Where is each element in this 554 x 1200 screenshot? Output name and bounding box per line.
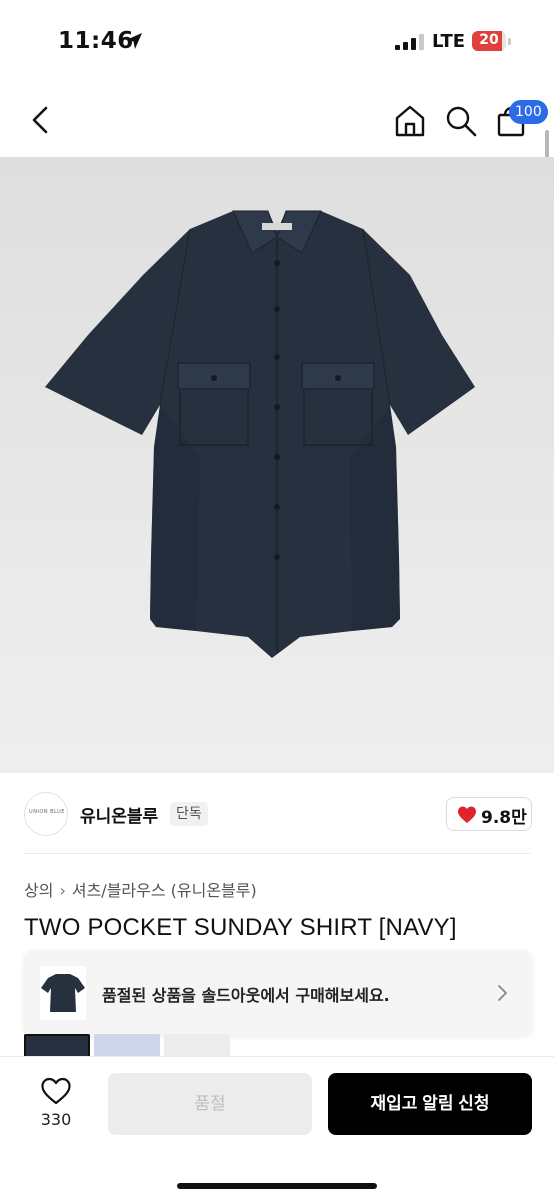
battery-level: 20 xyxy=(479,32,499,48)
brand-logo[interactable]: UNION BLUE xyxy=(24,792,68,836)
battery-icon: 20 xyxy=(472,31,506,51)
chevron-right-icon xyxy=(498,985,507,1001)
heart-filled-icon xyxy=(458,806,476,823)
wish-count: 330 xyxy=(40,1110,72,1129)
heart-outline-icon[interactable] xyxy=(40,1076,72,1106)
chevron-right-icon: › xyxy=(59,881,66,900)
color-swatch-navy[interactable] xyxy=(24,1034,90,1056)
cellular-signal-icon xyxy=(395,34,424,50)
soldout-button: 품절 xyxy=(108,1073,312,1135)
home-indicator[interactable] xyxy=(177,1183,377,1189)
shirt-illustration xyxy=(0,157,554,773)
brand-logo-text: UNION BLUE xyxy=(29,809,65,815)
product-title: TWO POCKET SUNDAY SHIRT [NAVY] xyxy=(24,914,457,941)
status-bar: 11:46 LTE 20 xyxy=(0,0,554,84)
shirt-thumb-icon xyxy=(41,974,85,1012)
color-swatch-white[interactable] xyxy=(164,1034,230,1056)
restock-alert-button[interactable]: 재입고 알림 신청 xyxy=(328,1073,532,1135)
cart-count-badge: 100 xyxy=(509,100,548,124)
status-time: 11:46 xyxy=(58,28,134,54)
back-button[interactable] xyxy=(26,104,56,136)
home-icon[interactable] xyxy=(393,104,427,138)
breadcrumb: 상의 › 셔츠/블라우스 (유니온블루) xyxy=(24,877,257,901)
product-image[interactable] xyxy=(0,157,554,773)
soldout-banner[interactable]: 품절된 상품을 솔드아웃에서 구매해보세요. xyxy=(24,950,532,1036)
color-swatch-light-blue[interactable] xyxy=(94,1034,160,1056)
soldout-thumbnail xyxy=(40,966,86,1020)
soldout-banner-text: 품절된 상품을 솔드아웃에서 구매해보세요. xyxy=(102,986,390,1005)
network-type: LTE xyxy=(432,31,466,52)
brand-like-count: 9.8만 xyxy=(481,808,527,828)
divider xyxy=(24,853,530,854)
exclusive-badge: 단독 xyxy=(170,802,208,826)
search-icon[interactable] xyxy=(444,104,478,138)
battery-nub xyxy=(508,38,511,45)
brand-name[interactable]: 유니온블루 xyxy=(80,802,158,827)
location-arrow-icon xyxy=(126,33,142,49)
breadcrumb-level2[interactable]: 셔츠/블라우스 (유니온블루) xyxy=(72,881,257,900)
breadcrumb-level1[interactable]: 상의 xyxy=(24,881,53,900)
brand-like-button[interactable]: 9.8만 xyxy=(446,797,532,831)
